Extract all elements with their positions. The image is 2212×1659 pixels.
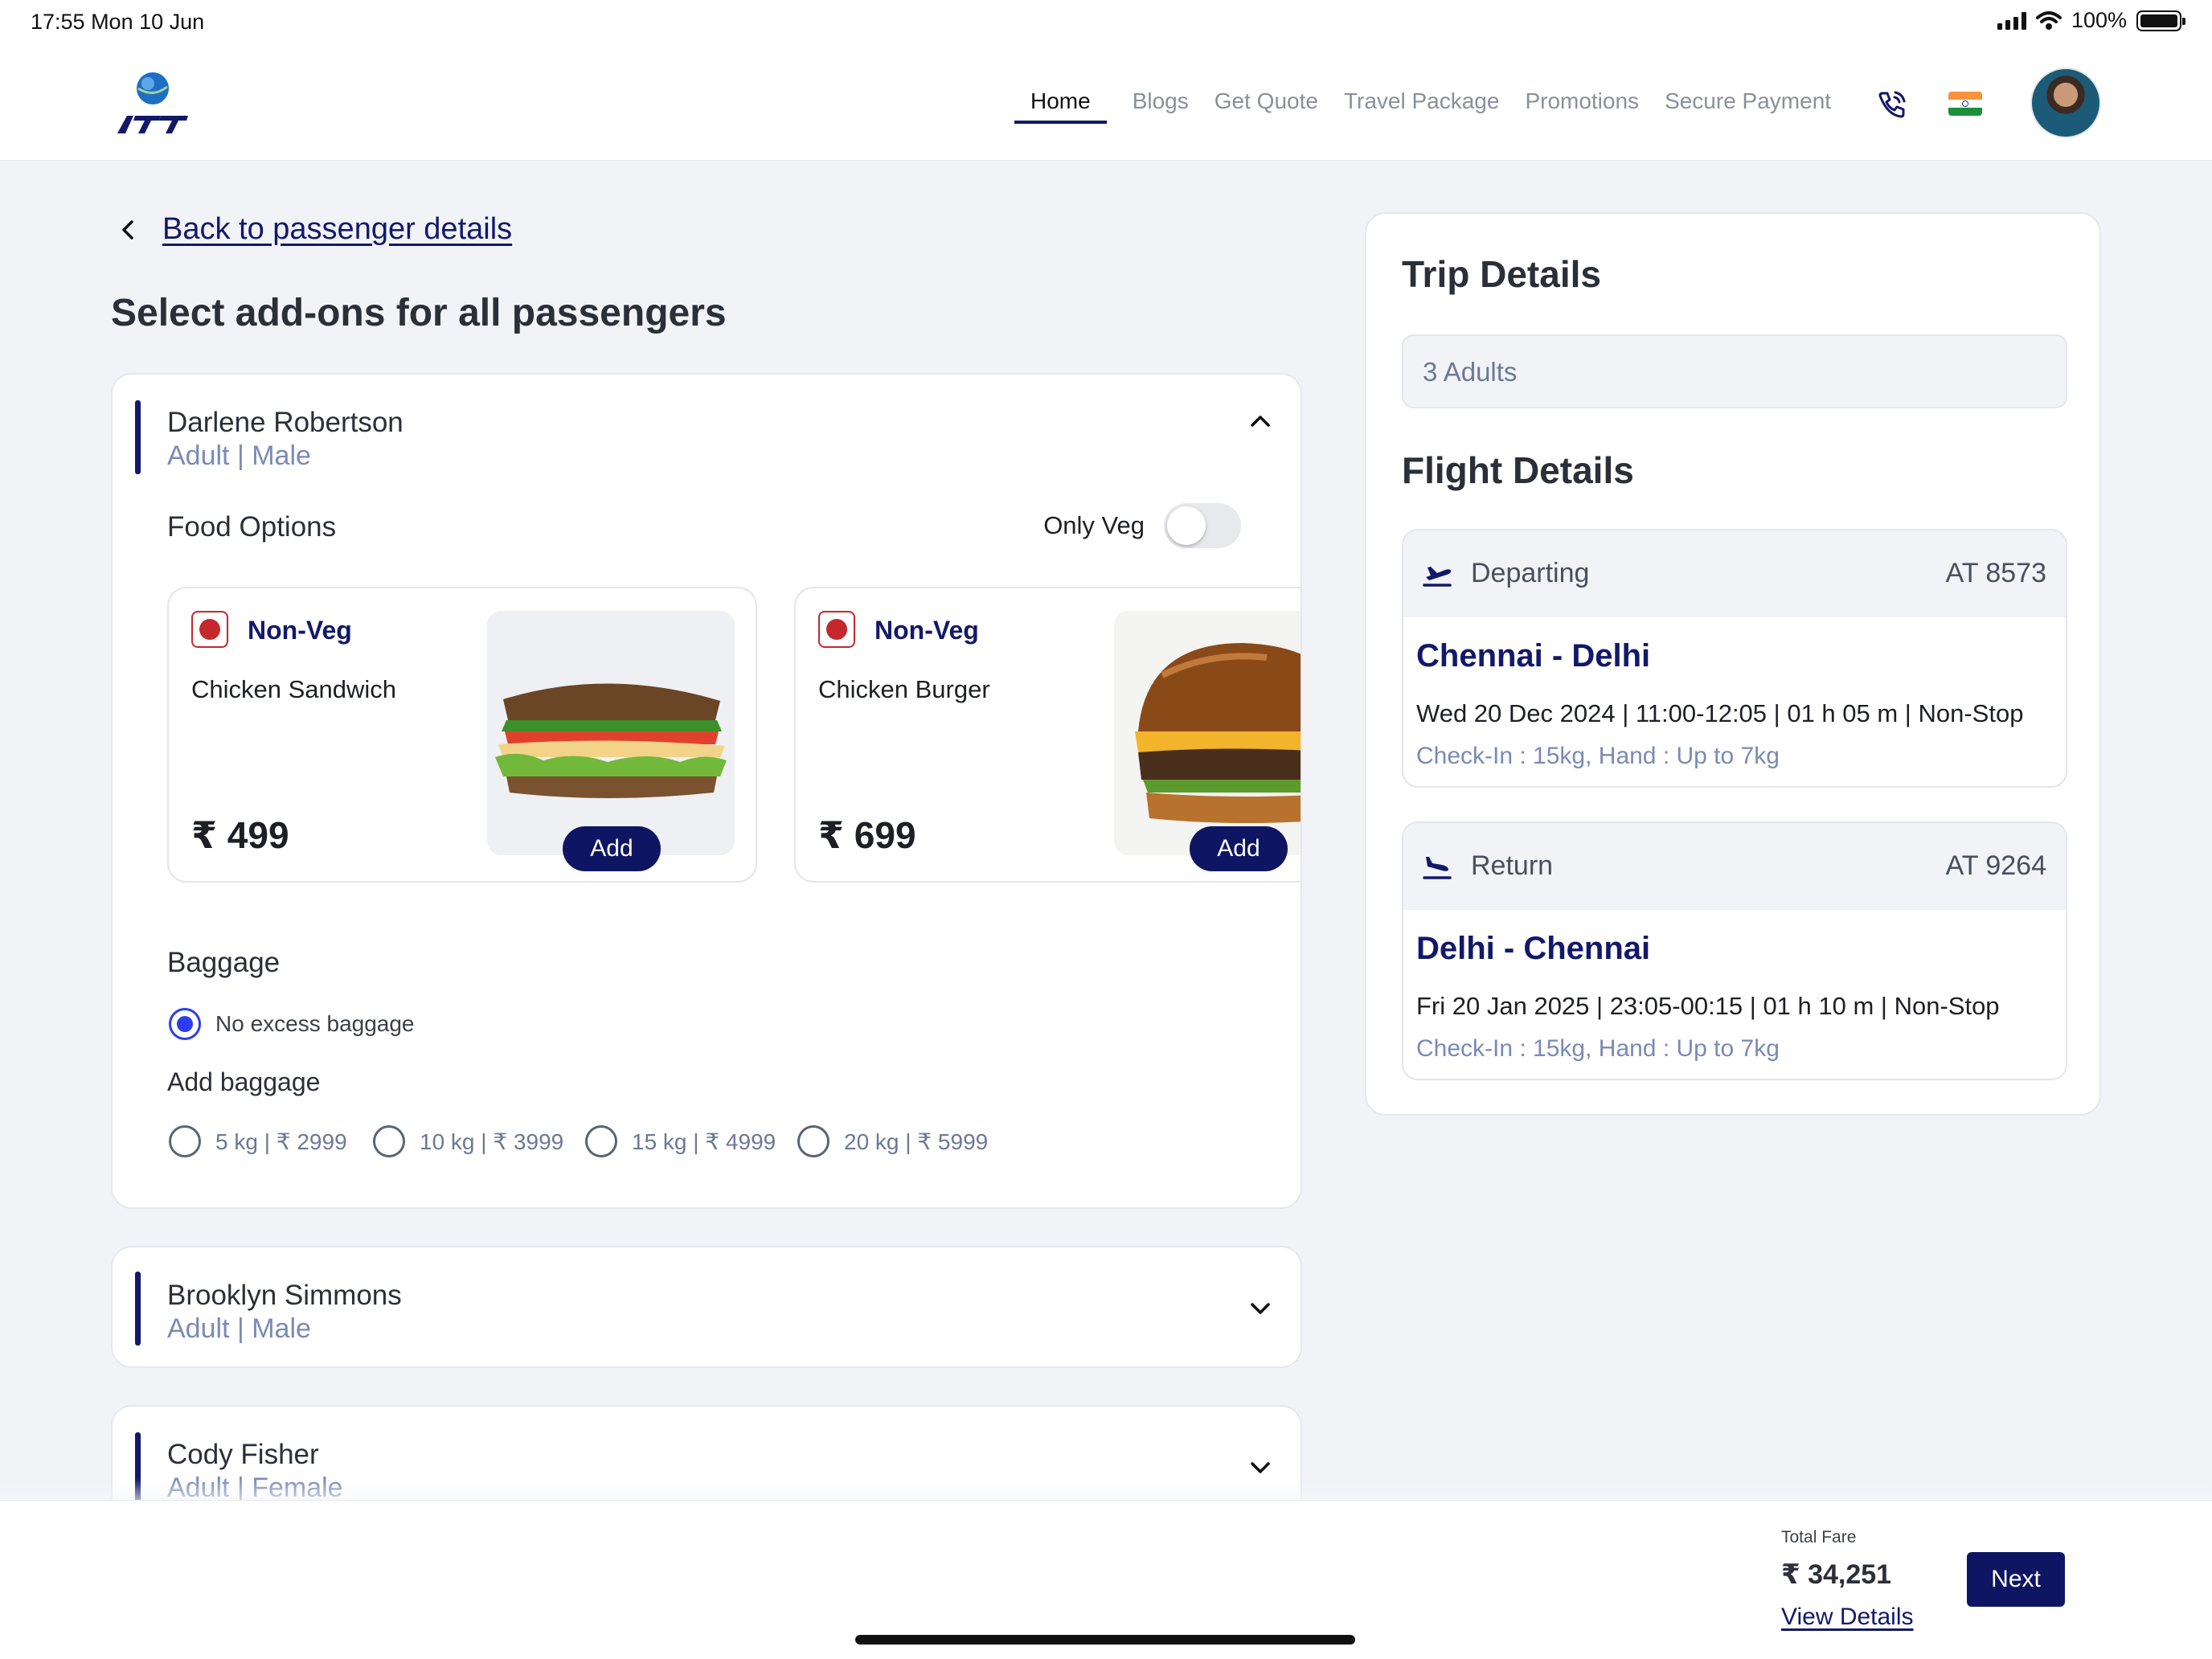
flight-route: Chennai - Delhi [1416,638,1651,674]
chevron-up-icon[interactable] [1244,405,1276,437]
food-price: ₹ 699 [818,814,916,856]
passenger-name: Brooklyn Simmons [167,1280,402,1311]
adults-count: 3 Adults [1402,334,2067,408]
chevron-left-icon [122,219,133,240]
add-baggage-heading: Add baggage [167,1067,321,1096]
food-options-heading: Food Options [167,511,337,543]
trip-details-title: Trip Details [1402,253,1601,295]
user-avatar[interactable] [2030,68,2101,138]
no-excess-baggage-radio[interactable] [169,1008,201,1040]
flight-code: AT 8573 [1945,558,2046,588]
battery-percent: 100% [2071,8,2127,32]
food-type: Non-Veg [248,616,352,645]
main-nav: Home Blogs Get Quote Travel Package Prom… [1014,88,1831,124]
flight-baggage-allowance: Check-In : 15kg, Hand : Up to 7kg [1416,743,1780,769]
page-title: Select add-ons for all passengers [111,292,727,334]
passenger-meta: Adult | Male [167,440,311,471]
wifi-icon [2035,10,2062,30]
food-type: Non-Veg [875,616,979,645]
flight-direction: Return [1471,850,1554,881]
passenger-card-1: Darlene Robertson Adult | Male Food Opti… [111,373,1302,1209]
baggage-option-label: 10 kg | ₹ 3999 [420,1129,564,1154]
view-details-link[interactable]: View Details [1781,1604,1914,1631]
burger-image [1114,611,1301,855]
india-flag-icon[interactable] [1948,92,1982,116]
baggage-option-label: 20 kg | ₹ 5999 [844,1129,989,1154]
only-veg-label: Only Veg [1043,511,1145,539]
total-fare-label: Total Fare [1781,1528,1857,1546]
baggage-option-label: 5 kg | ₹ 2999 [215,1129,347,1154]
status-bar: 17:55 Mon 10 Jun 100% [0,0,2212,45]
flight-schedule: Wed 20 Dec 2024 | 11:00-12:05 | 01 h 05 … [1416,699,2024,727]
landing-icon [1423,857,1452,879]
baggage-option-label: 15 kg | ₹ 4999 [632,1129,776,1154]
nav-secure-payment[interactable]: Secure Payment [1665,88,1831,124]
baggage-10kg-radio[interactable] [373,1125,405,1157]
passenger-name: Cody Fisher [167,1439,319,1470]
baggage-15kg-radio[interactable] [585,1125,617,1157]
food-price: ₹ 499 [191,814,289,856]
food-name: Chicken Burger [818,675,990,703]
chevron-down-icon[interactable] [1244,1292,1276,1325]
passenger-meta: Adult | Male [167,1313,311,1344]
add-food-button[interactable]: Add [563,826,661,871]
only-veg-toggle[interactable] [1164,503,1241,548]
baggage-20kg-radio[interactable] [797,1125,830,1157]
back-to-passenger-details[interactable]: Back to passenger details [117,212,512,247]
trip-details-panel: Trip Details 3 Adults Flight Details Dep… [1365,212,2101,1116]
flight-baggage-allowance: Check-In : 15kg, Hand : Up to 7kg [1416,1035,1780,1062]
baggage-5kg-radio[interactable] [169,1125,201,1157]
food-card-chicken-burger: Non-Veg Chicken Burger ₹ 699 Add [794,587,1301,883]
return-flight-card: Return AT 9264 Delhi - Chennai Fri 20 Ja… [1402,821,2067,1080]
total-fare-amount: ₹ 34,251 [1781,1559,1892,1590]
takeoff-icon [1423,567,1452,587]
phone-call-icon[interactable] [1876,88,1908,121]
flight-header: Return AT 9264 [1403,823,2066,910]
nav-promotions[interactable]: Promotions [1525,88,1639,124]
flight-direction: Departing [1471,558,1590,588]
flight-route: Delhi - Chennai [1416,931,1651,966]
baggage-heading: Baggage [167,947,281,978]
non-veg-icon [818,611,855,648]
no-excess-baggage-label: No excess baggage [215,1011,415,1036]
status-time: 17:55 Mon 10 Jun [31,10,205,34]
att-logo[interactable] [114,71,191,138]
nav-travel-package[interactable]: Travel Package [1344,88,1500,124]
flight-code: AT 9264 [1945,850,2046,881]
passenger-name: Darlene Robertson [167,407,403,438]
nav-home[interactable]: Home [1014,88,1107,124]
add-food-button[interactable]: Add [1190,826,1288,871]
accent-bar [135,1272,141,1346]
nav-blogs[interactable]: Blogs [1133,88,1189,124]
food-card-chicken-sandwich: Non-Veg Chicken Sandwich ₹ 499 Add [167,587,757,883]
only-veg-control: Only Veg [1043,503,1241,548]
battery-icon [2136,10,2185,31]
sandwich-image [487,611,735,855]
food-name: Chicken Sandwich [191,675,397,703]
flight-header: Departing AT 8573 [1403,530,2066,617]
status-icons: 100% [1997,8,2185,33]
flight-schedule: Fri 20 Jan 2025 | 23:05-00:15 | 01 h 10 … [1416,992,2000,1020]
departing-flight-card: Departing AT 8573 Chennai - Delhi Wed 20… [1402,529,2067,788]
nav-get-quote[interactable]: Get Quote [1215,88,1318,124]
back-link-label: Back to passenger details [162,212,513,246]
top-header: Home Blogs Get Quote Travel Package Prom… [0,45,2212,161]
next-button[interactable]: Next [1967,1552,2065,1607]
flight-details-title: Flight Details [1402,449,1634,491]
cellular-signal-icon [1997,11,2026,30]
non-veg-icon [191,611,228,648]
accent-bar [135,400,141,474]
home-indicator[interactable] [855,1635,1355,1645]
passenger-card-2[interactable]: Brooklyn Simmons Adult | Male [111,1246,1302,1368]
